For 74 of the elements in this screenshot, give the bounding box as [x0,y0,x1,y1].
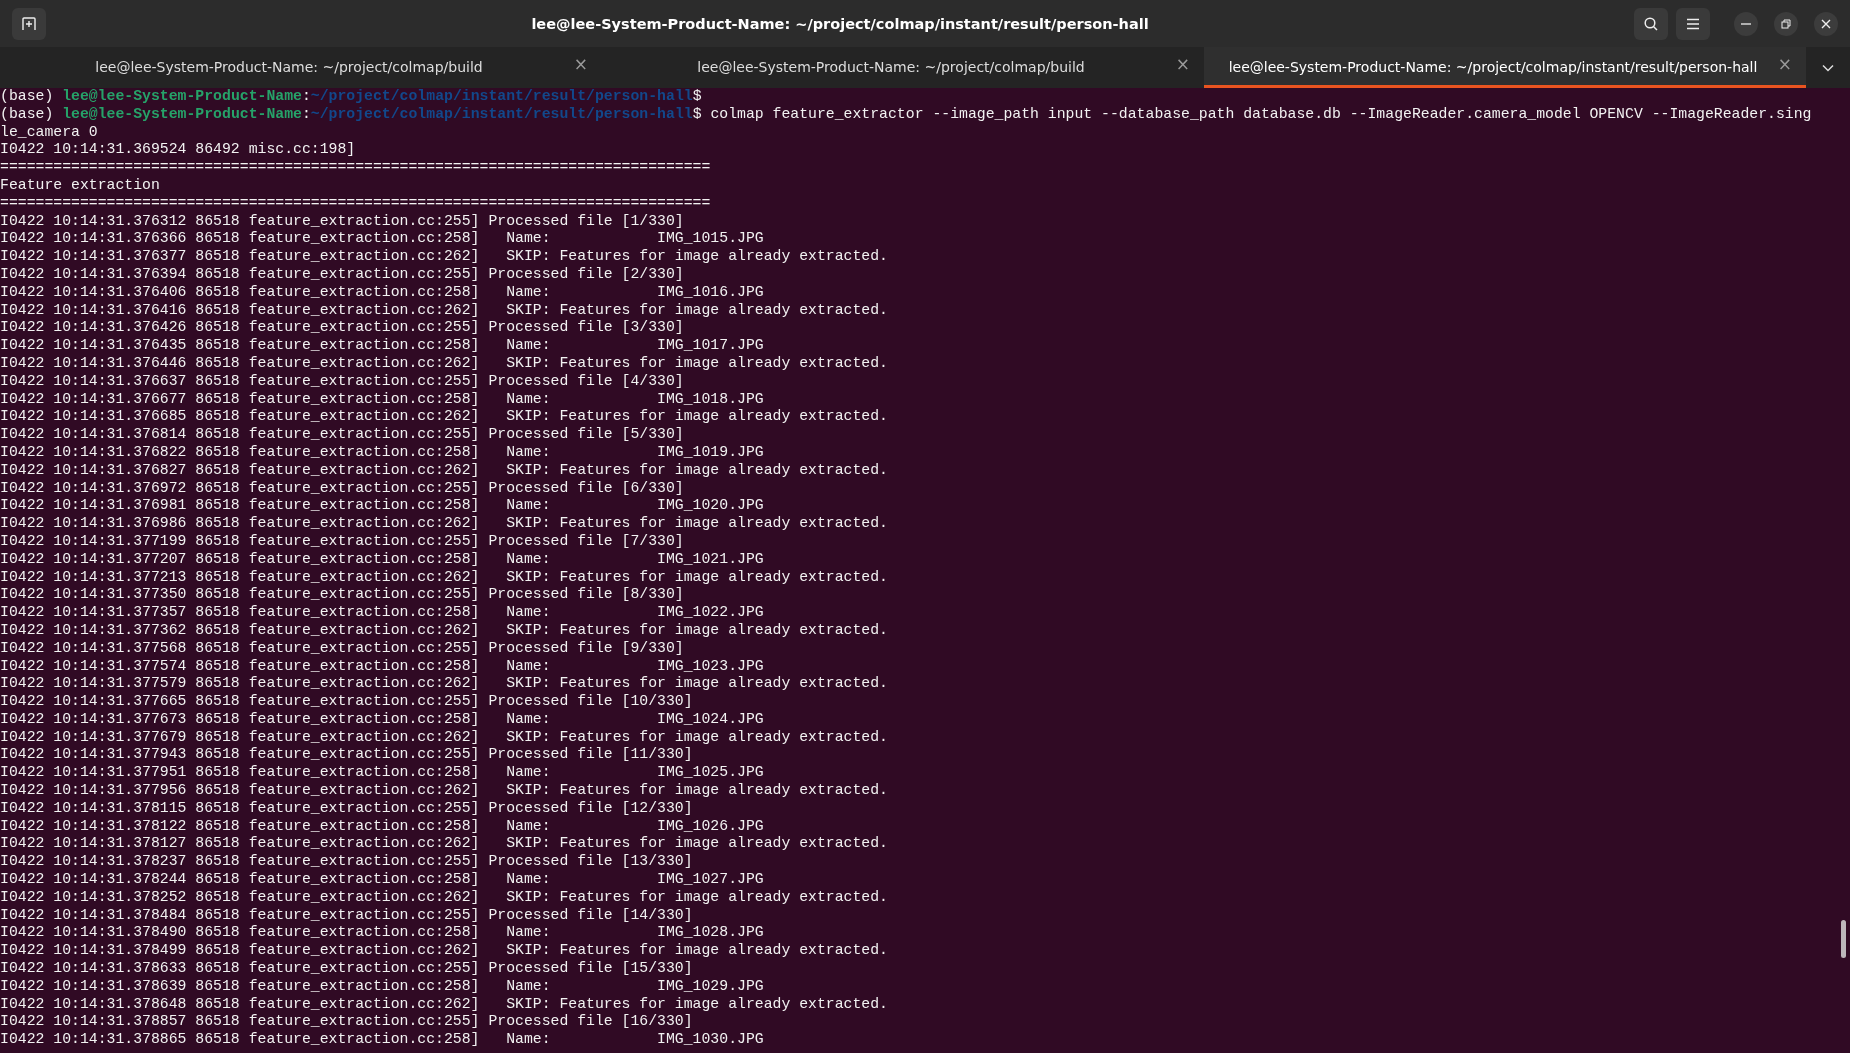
log-line: ================================================================================ [0,159,711,177]
log-line: I0422 10:14:31.377357 86518 feature_extraction.cc:258] Name: IMG_1022.JPG [0,604,764,622]
log-line: I0422 10:14:31.378865 86518 feature_extraction.cc:258] Name: IMG_1030.JPG [0,1031,764,1050]
log-line: I0422 10:14:31.376986 86518 feature_extraction.cc:262] SKIP: Features for image already extracted. [0,515,888,533]
minimize-icon [1741,22,1751,25]
log-line: I0422 10:14:31.377350 86518 feature_extraction.cc:255] Processed file [8/330] [0,586,684,605]
log-line: I0422 10:14:31.376312 86518 feature_extraction.cc:255] Processed file [1/330] [0,212,684,231]
tab-close-button[interactable]: × [571,56,590,73]
log-line: I0422 10:14:31.369524 86492 misc.cc:198] [0,141,356,160]
log-line: I0422 10:14:31.378237 86518 feature_extraction.cc:255] Processed file [13/330] [0,853,693,872]
log-line: I0422 10:14:31.377199 86518 feature_extraction.cc:255] Processed file [7/330] [0,532,684,551]
log-line: I0422 10:14:31.376406 86518 feature_extraction.cc:258] Name: IMG_1016.JPG [0,283,764,302]
prompt-line: (base) lee@lee-System-Product-Name:~/project/colmap/instant/result/person-hall$ colmap feature_extractor --image_path input --database_path database.db --ImageReader.camera_model OPENCV --ImageReader.single_camera 0 [0,105,1813,142]
log-line: I0422 10:14:31.376822 86518 feature_extraction.cc:258] Name: IMG_1019.JPG [0,443,764,462]
log-line: I0422 10:14:31.376814 86518 feature_extraction.cc:255] Processed file [5/330] [0,426,684,444]
log-line: I0422 10:14:31.376685 86518 feature_extraction.cc:262] SKIP: Features for image already extracted. [0,408,888,427]
log-line: I0422 10:14:31.377213 86518 feature_extraction.cc:262] SKIP: Features for image already extracted. [0,568,888,587]
log-line: I0422 10:14:31.378639 86518 feature_extraction.cc:258] Name: IMG_1029.JPG [0,977,764,996]
log-line: I0422 10:14:31.376446 86518 feature_extraction.cc:262] SKIP: Features for image already extracted. [0,354,888,373]
scrollbar-thumb[interactable] [1841,920,1846,958]
log-line: I0422 10:14:31.377665 86518 feature_extraction.cc:255] Processed file [10/330] [0,693,693,711]
tab-label[interactable]: lee@lee-System-Product-Name: ~/project/colmap/build [95,57,483,78]
log-line: I0422 10:14:31.376827 86518 feature_extraction.cc:262] SKIP: Features for image already extracted. [0,461,888,480]
log-line: I0422 10:14:31.378857 86518 feature_extraction.cc:255] Processed file [16/330] [0,1013,693,1032]
log-line: I0422 10:14:31.378484 86518 feature_extraction.cc:255] Processed file [14/330] [0,906,693,925]
log-line: I0422 10:14:31.378115 86518 feature_extraction.cc:255] Processed file [12/330] [0,799,693,818]
restore-icon [1781,18,1791,29]
close-icon [1821,18,1831,29]
log-line: I0422 10:14:31.377673 86518 feature_extraction.cc:258] Name: IMG_1024.JPG [0,710,764,729]
log-line: I0422 10:14:31.378499 86518 feature_extraction.cc:262] SKIP: Features for image already extracted. [0,942,888,961]
log-line: I0422 10:14:31.378633 86518 feature_extraction.cc:255] Processed file [15/330] [0,960,693,978]
tab-label[interactable]: lee@lee-System-Product-Name: ~/project/colmap/instant/result/person-hall [1228,57,1758,78]
log-line: I0422 10:14:31.377568 86518 feature_extraction.cc:255] Processed file [9/330] [0,639,684,658]
log-line: I0422 10:14:31.376377 86518 feature_extraction.cc:262] SKIP: Features for image already extracted. [0,248,888,266]
log-line: I0422 10:14:31.377574 86518 feature_extraction.cc:258] Name: IMG_1023.JPG [0,657,764,676]
log-line: I0422 10:14:31.377579 86518 feature_extraction.cc:262] SKIP: Features for image already extracted. [0,675,888,694]
close-button[interactable] [1814,11,1838,36]
tab-close-button[interactable]: × [1173,56,1192,73]
log-line: I0422 10:14:31.376435 86518 feature_extraction.cc:258] Name: IMG_1017.JPG [0,337,764,355]
menu-button[interactable] [1676,7,1710,40]
new-tab-button[interactable] [12,7,46,40]
log-line: I0422 10:14:31.377679 86518 feature_extraction.cc:262] SKIP: Features for image already extracted. [0,728,888,747]
minimize-button[interactable] [1734,11,1758,36]
window-title: lee@lee-System-Product-Name: ~/project/colmap/instant/result/person-hall [531,15,1149,32]
log-line: I0422 10:14:31.377956 86518 feature_extraction.cc:262] SKIP: Features for image already extracted. [0,782,888,800]
log-line: I0422 10:14:31.378648 86518 feature_extraction.cc:262] SKIP: Features for image already extracted. [0,995,888,1014]
new-tab-icon [21,15,37,32]
log-line: I0422 10:14:31.378490 86518 feature_extraction.cc:258] Name: IMG_1028.JPG [0,924,764,943]
log-line: I0422 10:14:31.376426 86518 feature_extraction.cc:255] Processed file [3/330] [0,319,684,338]
log-line: I0422 10:14:31.377943 86518 feature_extraction.cc:255] Processed file [11/330] [0,746,693,765]
search-icon [1643,15,1659,32]
log-line: Feature extraction [0,177,160,195]
log-line: ================================================================================ [0,194,711,213]
log-line: I0422 10:14:31.377951 86518 feature_extraction.cc:258] Name: IMG_1025.JPG [0,764,764,783]
log-line: I0422 10:14:31.376981 86518 feature_extraction.cc:258] Name: IMG_1020.JPG [0,497,764,516]
log-line: I0422 10:14:31.378127 86518 feature_extraction.cc:262] SKIP: Features for image already extracted. [0,835,888,854]
log-line: I0422 10:14:31.377362 86518 feature_extraction.cc:262] SKIP: Features for image already extracted. [0,621,888,640]
tab-label[interactable]: lee@lee-System-Product-Name: ~/project/colmap/build [697,57,1085,78]
log-line: I0422 10:14:31.376972 86518 feature_extraction.cc:255] Processed file [6/330] [0,479,684,498]
log-line: I0422 10:14:31.376394 86518 feature_extraction.cc:255] Processed file [2/330] [0,265,684,284]
caret-icon [1822,64,1834,72]
prompt-line: (base) lee@lee-System-Product-Name:~/project/colmap/instant/result/person-hall$ [0,88,702,106]
menu-icon [1686,17,1700,30]
log-line: I0422 10:14:31.378244 86518 feature_extraction.cc:258] Name: IMG_1027.JPG [0,871,764,889]
log-line: I0422 10:14:31.378252 86518 feature_extraction.cc:262] SKIP: Features for image already extracted. [0,888,888,907]
restore-button[interactable] [1774,11,1798,36]
log-line: I0422 10:14:31.376637 86518 feature_extraction.cc:255] Processed file [4/330] [0,372,684,391]
log-line: I0422 10:14:31.376366 86518 feature_extraction.cc:258] Name: IMG_1015.JPG [0,230,764,249]
tab-close-button[interactable]: × [1775,56,1794,73]
log-line: I0422 10:14:31.377207 86518 feature_extraction.cc:258] Name: IMG_1021.JPG [0,550,764,569]
log-line: I0422 10:14:31.376677 86518 feature_extraction.cc:258] Name: IMG_1018.JPG [0,390,764,409]
log-line: I0422 10:14:31.376416 86518 feature_extraction.cc:262] SKIP: Features for image already extracted. [0,301,888,320]
log-line: I0422 10:14:31.378122 86518 feature_extraction.cc:258] Name: IMG_1026.JPG [0,817,764,836]
search-button[interactable] [1634,7,1668,40]
